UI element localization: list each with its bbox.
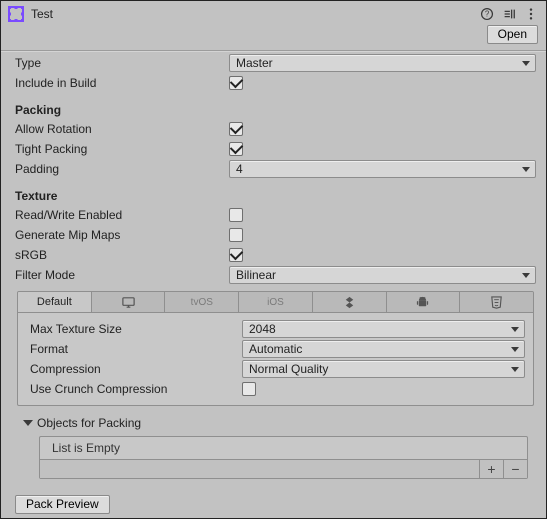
tab-webgl[interactable]	[460, 292, 533, 312]
texture-section-header: Texture	[15, 189, 536, 203]
mip-checkbox[interactable]	[229, 228, 243, 242]
packing-list-empty: List is Empty	[40, 437, 527, 459]
allow-rotation-checkbox[interactable]	[229, 122, 243, 136]
rw-label: Read/Write Enabled	[15, 208, 229, 222]
include-label: Include in Build	[15, 76, 229, 90]
srgb-checkbox[interactable]	[229, 248, 243, 262]
format-label: Format	[30, 342, 242, 356]
svg-text:?: ?	[485, 10, 490, 19]
lumin-icon	[342, 295, 357, 310]
tab-ios[interactable]: iOS	[239, 292, 313, 312]
crunch-checkbox[interactable]	[242, 382, 256, 396]
asset-name: Test	[31, 7, 474, 21]
pack-preview-button[interactable]: Pack Preview	[15, 495, 110, 514]
menu-icon[interactable]	[524, 7, 538, 21]
objects-for-packing-label: Objects for Packing	[37, 416, 141, 430]
preset-icon[interactable]	[502, 7, 516, 21]
chevron-down-icon	[23, 420, 33, 426]
type-label: Type	[15, 56, 229, 70]
rw-checkbox[interactable]	[229, 208, 243, 222]
android-icon	[415, 295, 430, 310]
add-button[interactable]: +	[479, 460, 503, 478]
compression-label: Compression	[30, 362, 242, 376]
inspector-header: Test ? Open	[1, 1, 546, 46]
include-checkbox[interactable]	[229, 76, 243, 90]
tab-android[interactable]	[387, 292, 461, 312]
filter-label: Filter Mode	[15, 268, 229, 282]
max-tex-label: Max Texture Size	[30, 322, 242, 336]
objects-for-packing-header[interactable]: Objects for Packing	[23, 414, 528, 432]
objects-for-packing: Objects for Packing List is Empty + −	[17, 414, 534, 479]
compression-dropdown[interactable]: Normal Quality	[242, 360, 525, 378]
tab-standalone[interactable]	[92, 292, 166, 312]
html5-icon	[489, 295, 504, 310]
srgb-label: sRGB	[15, 248, 229, 262]
packing-list: List is Empty + −	[39, 436, 528, 479]
help-icon[interactable]: ?	[480, 7, 494, 21]
filter-dropdown[interactable]: Bilinear	[229, 266, 536, 284]
tab-lumin[interactable]	[313, 292, 387, 312]
monitor-icon	[121, 295, 136, 310]
tab-tvos[interactable]: tvOS	[165, 292, 239, 312]
allow-rotation-label: Allow Rotation	[15, 122, 229, 136]
remove-button[interactable]: −	[503, 460, 527, 478]
mip-label: Generate Mip Maps	[15, 228, 229, 242]
crunch-label: Use Crunch Compression	[30, 382, 242, 396]
sprite-atlas-icon	[7, 5, 25, 23]
tab-default[interactable]: Default	[18, 292, 92, 312]
format-dropdown[interactable]: Automatic	[242, 340, 525, 358]
packing-section-header: Packing	[15, 103, 536, 117]
padding-dropdown[interactable]: 4	[229, 160, 536, 178]
platform-tabs: Default tvOS iOS	[17, 291, 534, 313]
platform-override-panel: Default tvOS iOS Max Texture Size 2048 F…	[17, 291, 534, 406]
type-dropdown[interactable]: Master	[229, 54, 536, 72]
open-button[interactable]: Open	[487, 25, 538, 44]
tight-packing-checkbox[interactable]	[229, 142, 243, 156]
tight-packing-label: Tight Packing	[15, 142, 229, 156]
properties-panel: Type Master Include in Build Packing All…	[1, 51, 546, 485]
max-tex-dropdown[interactable]: 2048	[242, 320, 525, 338]
platform-settings-pane: Max Texture Size 2048 Format Automatic C…	[17, 313, 534, 406]
padding-label: Padding	[15, 162, 229, 176]
